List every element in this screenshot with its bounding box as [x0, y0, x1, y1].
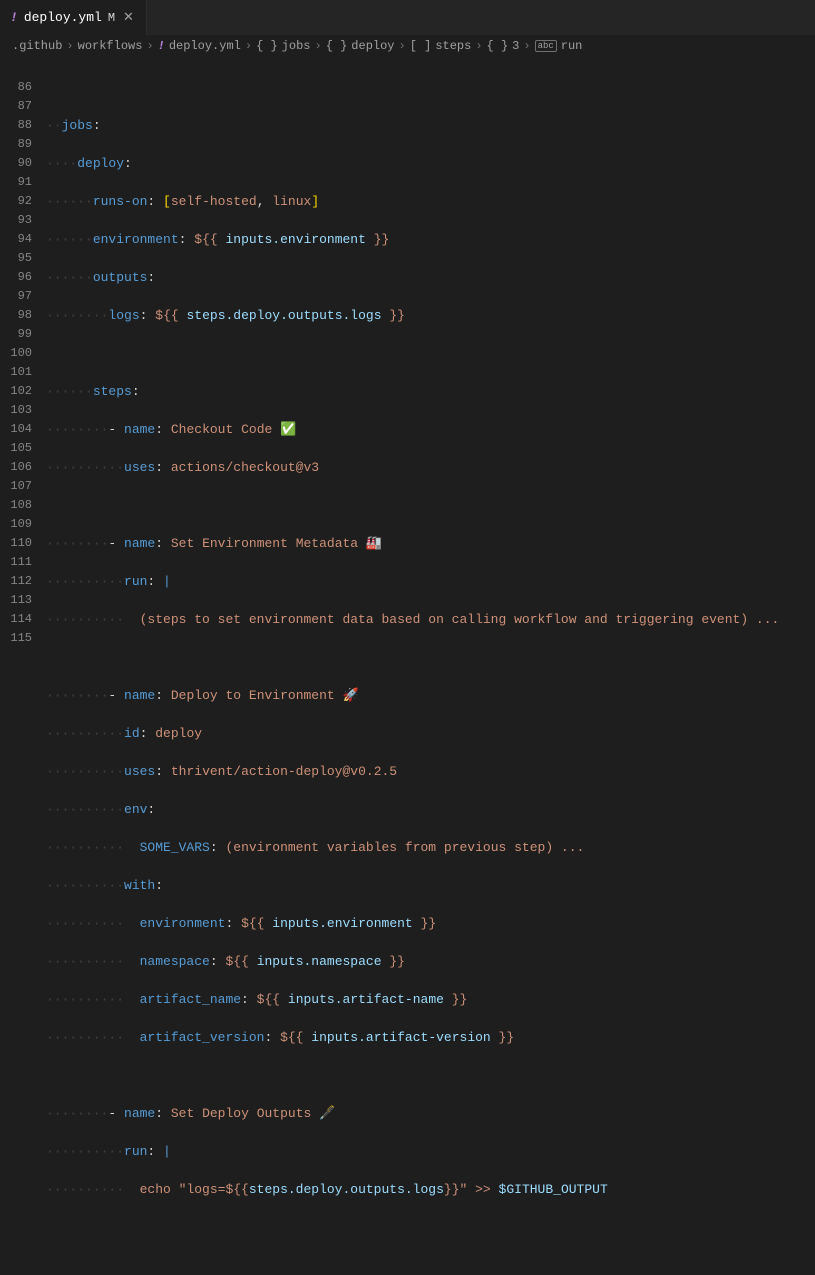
code-line	[46, 496, 815, 515]
line-number: 86	[0, 78, 32, 97]
chevron-right-icon: ›	[66, 39, 73, 53]
code-line: ·········· echo "logs=${{steps.deploy.ou…	[46, 1180, 815, 1199]
breadcrumb-segment[interactable]: jobs	[282, 39, 311, 53]
brace-icon: { }	[256, 39, 278, 53]
chevron-right-icon: ›	[245, 39, 252, 53]
line-number: 98	[0, 306, 32, 325]
code-line: ·········· (steps to set environment dat…	[46, 610, 815, 629]
brace-icon: { }	[326, 39, 348, 53]
line-number: 110	[0, 534, 32, 553]
code-line: ······steps:	[46, 382, 815, 401]
line-number: 104	[0, 420, 32, 439]
line-number: 109	[0, 515, 32, 534]
code-line: ········- name: Checkout Code ✅	[46, 420, 815, 439]
code-line: ··········uses: thrivent/action-deploy@v…	[46, 762, 815, 781]
line-number: 99	[0, 325, 32, 344]
line-number	[0, 59, 32, 78]
line-number: 88	[0, 116, 32, 135]
code-line: ·········· namespace: ${{ inputs.namespa…	[46, 952, 815, 971]
breadcrumb-segment[interactable]: run	[561, 39, 583, 53]
line-number: 107	[0, 477, 32, 496]
code-line: ········logs: ${{ steps.deploy.outputs.l…	[46, 306, 815, 325]
line-number: 113	[0, 591, 32, 610]
chevron-right-icon: ›	[399, 39, 406, 53]
line-number: 100	[0, 344, 32, 363]
line-number: 95	[0, 249, 32, 268]
code-line: ··········env:	[46, 800, 815, 819]
line-number: 90	[0, 154, 32, 173]
breadcrumb-segment[interactable]: 3	[512, 39, 519, 53]
line-number: 101	[0, 363, 32, 382]
line-number: 94	[0, 230, 32, 249]
close-icon[interactable]: ✕	[121, 10, 136, 25]
line-number: 92	[0, 192, 32, 211]
breadcrumb-segment[interactable]: .github	[12, 39, 62, 53]
line-number: 103	[0, 401, 32, 420]
line-number: 91	[0, 173, 32, 192]
breadcrumb-segment[interactable]: deploy.yml	[169, 39, 241, 53]
breadcrumb-segment[interactable]: workflows	[78, 39, 143, 53]
code-line: ·········· SOME_VARS: (environment varia…	[46, 838, 815, 857]
yaml-file-icon: !	[10, 10, 18, 25]
code-line: ·········· artifact_name: ${{ inputs.art…	[46, 990, 815, 1009]
tab-filename: deploy.yml	[24, 10, 102, 25]
code-line	[46, 1218, 815, 1237]
tab-modified-badge: M	[108, 11, 115, 25]
code-line: ··········with:	[46, 876, 815, 895]
bracket-icon: [ ]	[410, 39, 432, 53]
line-number: 96	[0, 268, 32, 287]
code-line: ······environment: ${{ inputs.environmen…	[46, 230, 815, 249]
code-line: ··········run: |	[46, 1142, 815, 1161]
code-line	[46, 344, 815, 363]
code-line: ······outputs:	[46, 268, 815, 287]
string-icon: abc	[535, 40, 557, 52]
code-line: ··········uses: actions/checkout@v3	[46, 458, 815, 477]
line-number: 105	[0, 439, 32, 458]
code-editor[interactable]: 8687888990919293▶94959697989910010110210…	[0, 57, 815, 648]
line-number: 106	[0, 458, 32, 477]
code-area[interactable]: ··jobs: ····deploy: ······runs-on: [self…	[46, 57, 815, 648]
line-number: 102	[0, 382, 32, 401]
line-number: 93▶	[0, 211, 32, 230]
code-line: ······runs-on: [self-hosted, linux]	[46, 192, 815, 211]
breadcrumb[interactable]: .github › workflows › ! deploy.yml › { }…	[0, 35, 815, 57]
line-number: 108	[0, 496, 32, 515]
code-line: ········- name: Deploy to Environment 🚀	[46, 686, 815, 705]
code-line	[46, 1066, 815, 1085]
code-line: ·········· artifact_version: ${{ inputs.…	[46, 1028, 815, 1047]
code-line: ········- name: Set Deploy Outputs 🖋️	[46, 1104, 815, 1123]
code-line: ·········· environment: ${{ inputs.envir…	[46, 914, 815, 933]
line-number-gutter: 8687888990919293▶94959697989910010110210…	[0, 57, 46, 648]
code-line: ········- name: Set Environment Metadata…	[46, 534, 815, 553]
chevron-right-icon: ›	[146, 39, 153, 53]
brace-icon: { }	[487, 39, 509, 53]
breadcrumb-segment[interactable]: deploy	[351, 39, 394, 53]
code-line: ··jobs:	[46, 116, 815, 135]
code-line	[46, 648, 815, 667]
yaml-file-icon: !	[158, 39, 165, 53]
tab-deploy-yml[interactable]: ! deploy.yml M ✕	[0, 0, 147, 35]
code-line: ····deploy:	[46, 154, 815, 173]
tab-bar: ! deploy.yml M ✕	[0, 0, 815, 35]
code-line: ··········run: |	[46, 572, 815, 591]
breadcrumb-segment[interactable]: steps	[435, 39, 471, 53]
chevron-right-icon: ›	[475, 39, 482, 53]
line-number: 87	[0, 97, 32, 116]
line-number: 115	[0, 629, 32, 648]
line-number: 112	[0, 572, 32, 591]
line-number: 111	[0, 553, 32, 572]
chevron-right-icon: ›	[314, 39, 321, 53]
line-number: 114	[0, 610, 32, 629]
code-line	[46, 78, 815, 97]
line-number: 89	[0, 135, 32, 154]
chevron-right-icon: ›	[523, 39, 530, 53]
code-line: ··········id: deploy	[46, 724, 815, 743]
line-number: 97	[0, 287, 32, 306]
